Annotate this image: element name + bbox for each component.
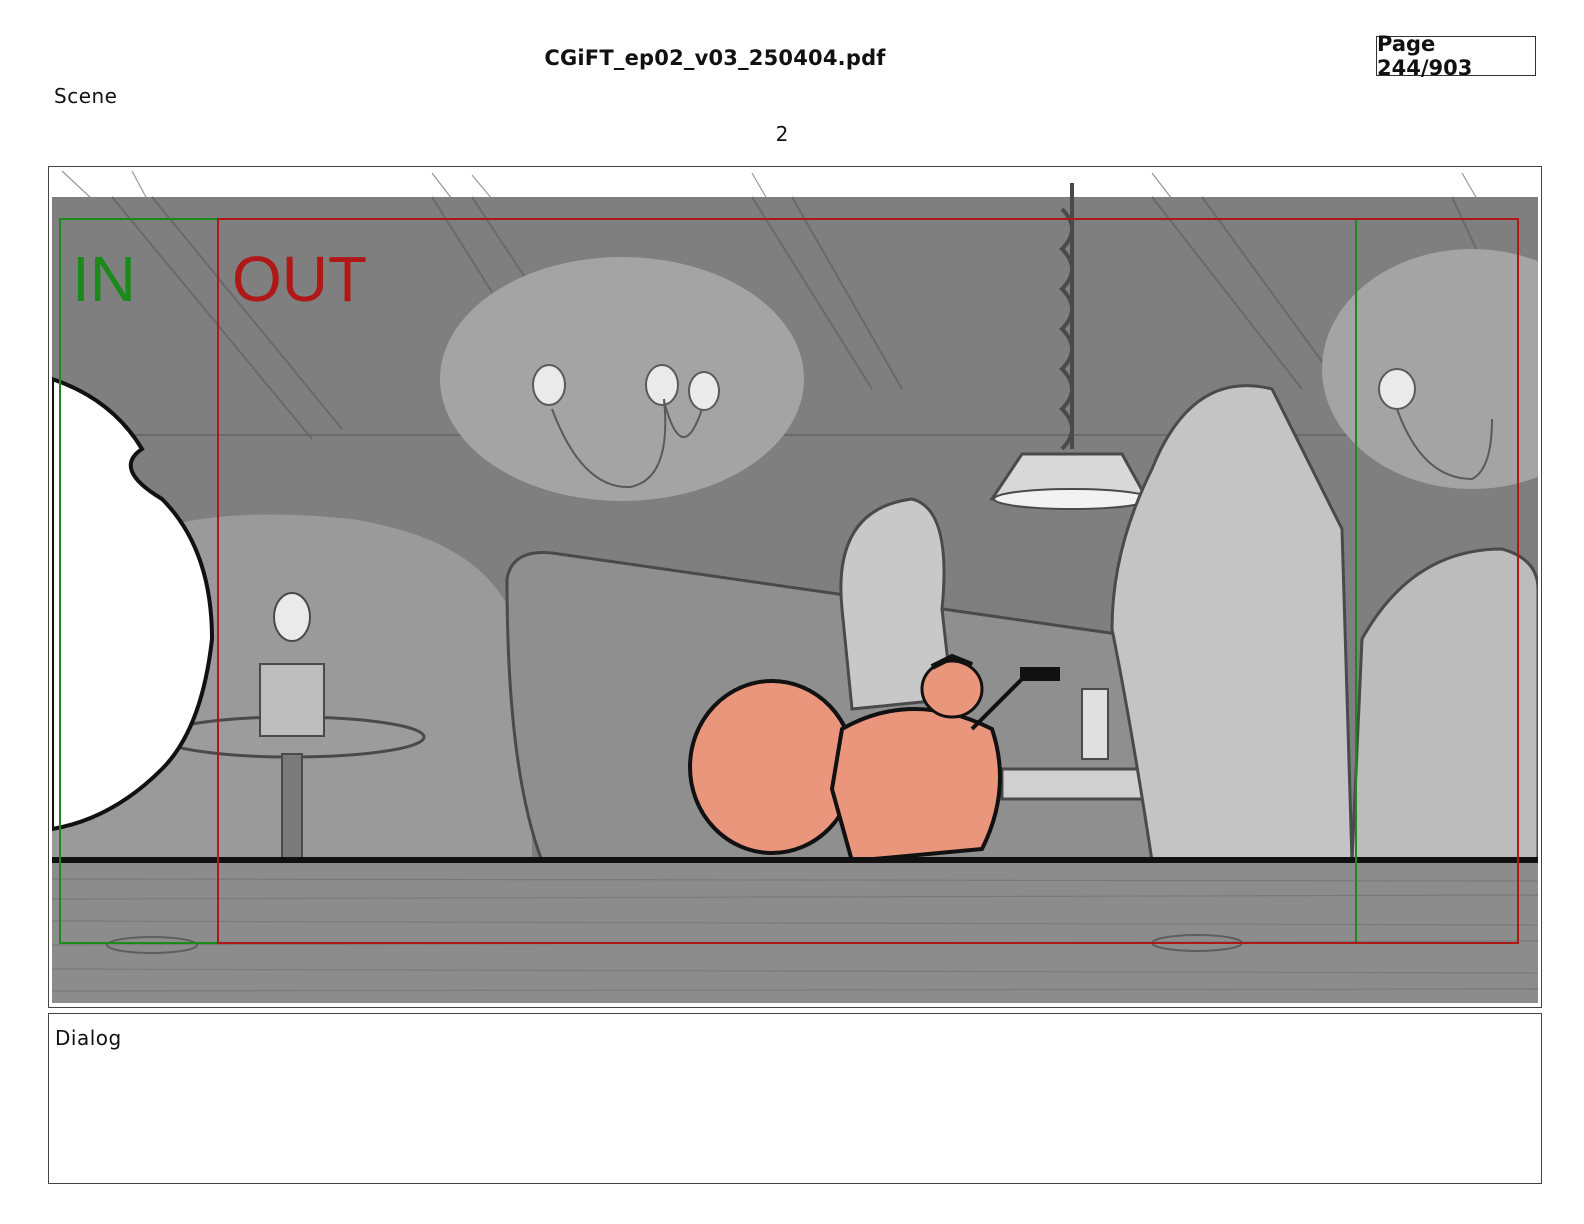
page-indicator: Page 244/903 (1376, 32, 1536, 80)
scene-number: 2 (775, 122, 789, 146)
in-marker: IN (72, 243, 136, 315)
dialog-label: Dialog (55, 1026, 122, 1050)
storyboard-panel: IN OUT (48, 166, 1542, 1008)
storyboard-artwork: IN OUT (52, 169, 1538, 1003)
dialog-box: Dialog (48, 1013, 1542, 1184)
out-marker: OUT (232, 243, 367, 315)
highlighted-character (688, 679, 856, 855)
document-title: CGiFT_ep02_v03_250404.pdf (544, 46, 886, 70)
page-indicator-text: Page 244/903 (1377, 32, 1473, 80)
wood-floor (52, 863, 1538, 1003)
floor-line (52, 857, 1538, 863)
scene-label: Scene (54, 84, 118, 108)
